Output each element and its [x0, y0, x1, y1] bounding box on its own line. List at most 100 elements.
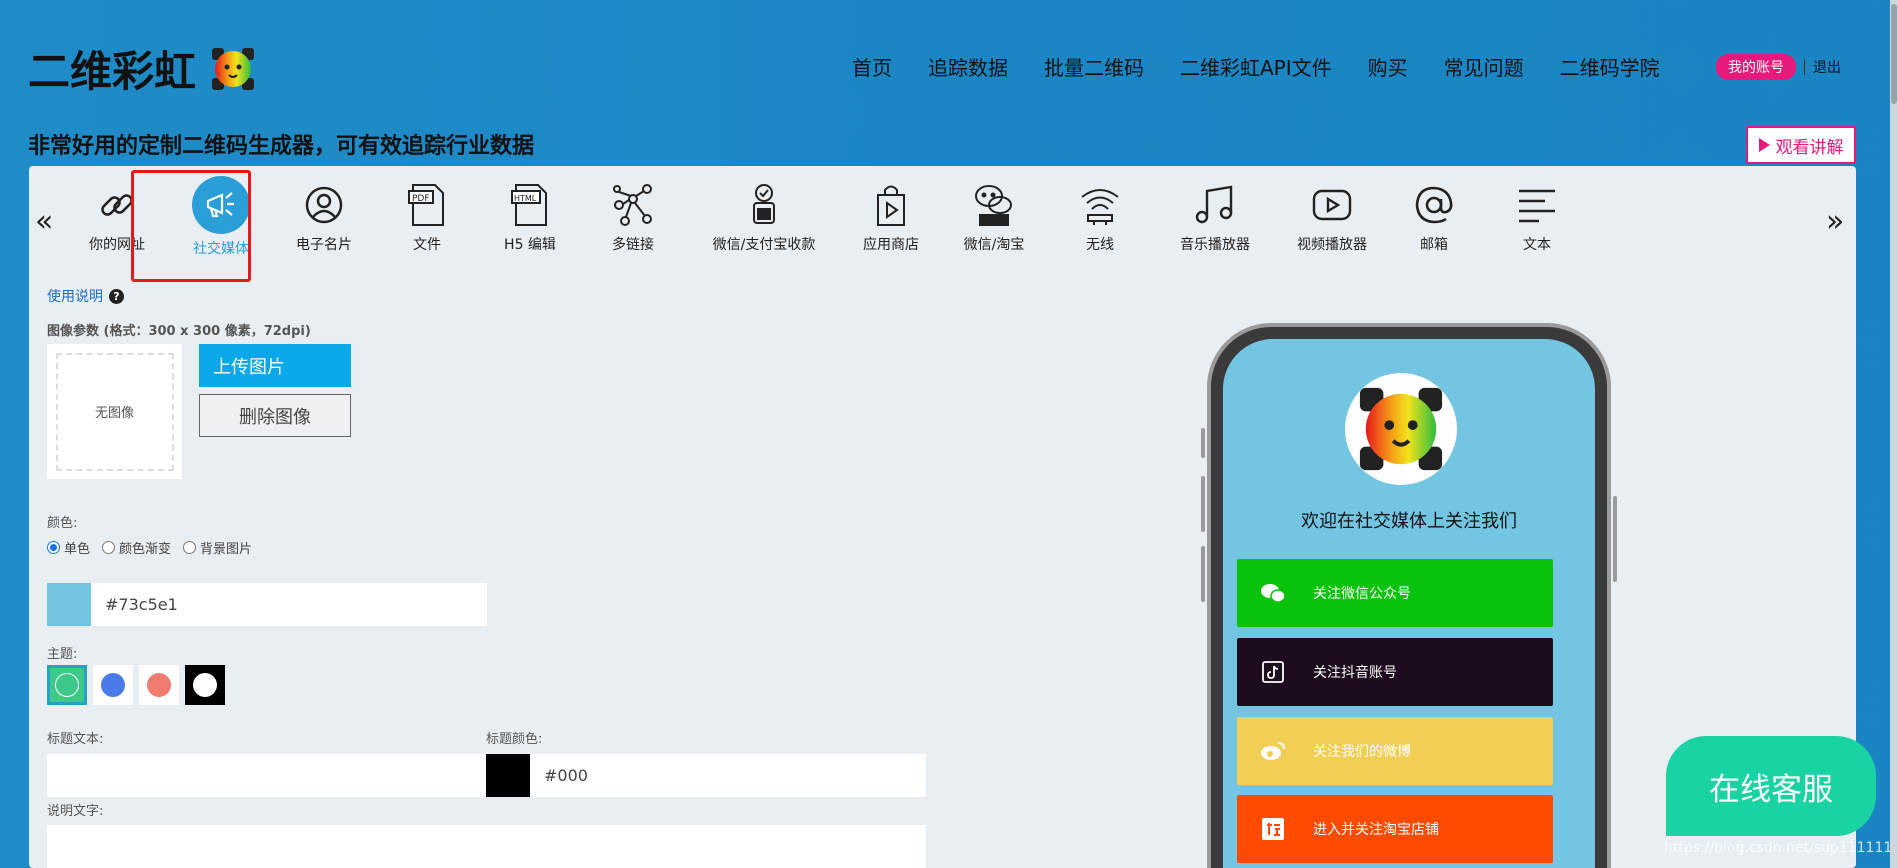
type-h5-editor[interactable]: HTML H5 编辑 [470, 180, 590, 254]
nav-faq[interactable]: 常见问题 [1444, 52, 1524, 81]
theme-circle [101, 673, 125, 697]
theme-green[interactable] [47, 665, 87, 705]
type-wifi[interactable]: 无线 [1040, 180, 1160, 254]
watch-tutorial-button[interactable]: 观看讲解 [1746, 126, 1856, 164]
desc-input[interactable] [47, 825, 926, 868]
weibo-icon [1255, 733, 1291, 769]
link-icon [92, 180, 142, 230]
type-wechat-taobao[interactable]: 微信/淘宝 [934, 180, 1054, 254]
wechat-icon [969, 180, 1019, 230]
nav-buy[interactable]: 购买 [1368, 52, 1408, 81]
color-hex-input[interactable]: #73c5e1 [91, 583, 487, 626]
type-file[interactable]: PDF 文件 [367, 180, 487, 254]
wechat-follow-button[interactable]: 关注微信公众号 [1237, 559, 1553, 627]
social-label: 关注我们的微博 [1313, 744, 1411, 760]
page-subtitle: 非常好用的定制二维码生成器，可有效追踪行业数据 [28, 134, 535, 159]
type-email[interactable]: 邮箱 [1374, 180, 1494, 254]
svg-text:PDF: PDF [412, 194, 430, 204]
account-area: 我的账号 退出 [1716, 54, 1841, 80]
phone-side-button [1201, 546, 1205, 602]
type-label: 无线 [1086, 237, 1114, 253]
type-payment[interactable]: 微信/支付宝收款 [676, 180, 852, 254]
scrollbar-thumb[interactable] [1891, 4, 1897, 104]
radio-solid[interactable]: 单色 [47, 538, 90, 557]
main-card: « 你的网址 社交媒体 电子名片 PDF 文件 HTML H5 编辑 多链接 微… [29, 166, 1856, 868]
help-link[interactable]: 使用说明 ? [47, 286, 124, 306]
title-color-label: 标题颜色: [486, 732, 543, 747]
radio-bg-image[interactable]: 背景图片 [183, 538, 252, 557]
logo[interactable]: 二维彩虹 [28, 38, 256, 99]
theme-black[interactable] [185, 665, 225, 705]
wechat-icon [1255, 575, 1291, 611]
megaphone-icon [192, 176, 250, 234]
type-label: 文件 [413, 237, 441, 253]
next-arrow-icon[interactable]: » [1826, 204, 1844, 239]
title-color-input[interactable]: #000 [530, 754, 926, 797]
question-icon: ? [109, 288, 124, 304]
my-account-button[interactable]: 我的账号 [1716, 54, 1796, 80]
title-text-input[interactable] [47, 754, 487, 797]
html-icon: HTML [505, 180, 555, 230]
type-label: 文本 [1523, 237, 1551, 253]
theme-options [47, 665, 225, 705]
phone-side-button [1201, 428, 1205, 458]
radio-dot [102, 541, 116, 554]
weibo-follow-button[interactable]: 关注我们的微博 [1237, 717, 1553, 785]
svg-text:HTML: HTML [514, 194, 537, 203]
type-vcard[interactable]: 电子名片 [264, 180, 384, 254]
page-scrollbar[interactable] [1890, 0, 1898, 868]
nav-batch[interactable]: 批量二维码 [1044, 52, 1144, 81]
logo-text: 二维彩虹 [28, 47, 197, 96]
watch-tutorial-label: 观看讲解 [1775, 137, 1844, 158]
theme-circle [147, 673, 171, 697]
upload-image-button[interactable]: 上传图片 [199, 344, 351, 387]
nav-api[interactable]: 二维彩虹API文件 [1180, 52, 1332, 81]
type-multi-link[interactable]: 多链接 [573, 180, 693, 254]
theme-blue[interactable] [93, 665, 133, 705]
type-app-store[interactable]: 应用商店 [831, 180, 951, 254]
image-params-label: 图像参数 (格式：300 x 300 像素，72dpi) [47, 324, 311, 339]
radio-label: 背景图片 [200, 542, 253, 557]
help-label: 使用说明 [47, 289, 103, 305]
tiktok-icon [1255, 654, 1291, 690]
prev-arrow-icon[interactable]: « [35, 204, 53, 239]
title-color-row: #000 [486, 754, 926, 797]
type-label: 音乐播放器 [1180, 237, 1250, 253]
nav-home[interactable]: 首页 [852, 52, 892, 81]
type-music-player[interactable]: 音乐播放器 [1155, 180, 1275, 254]
desc-label: 说明文字: [47, 804, 104, 819]
radio-dot [183, 541, 197, 554]
type-label: 视频播放器 [1297, 237, 1367, 253]
main-nav: 首页 追踪数据 批量二维码 二维彩虹API文件 购买 常见问题 二维码学院 [852, 52, 1660, 81]
pdf-icon: PDF [402, 180, 452, 230]
theme-circle [193, 673, 217, 697]
online-support-button[interactable]: 在线客服 [1666, 736, 1876, 836]
music-icon [1190, 180, 1240, 230]
type-url[interactable]: 你的网址 [57, 180, 177, 254]
delete-image-button[interactable]: 删除图像 [199, 394, 351, 437]
type-text[interactable]: 文本 [1477, 180, 1597, 254]
type-label: 你的网址 [89, 237, 145, 253]
logout-link[interactable]: 退出 [1813, 57, 1841, 77]
type-social-media[interactable]: 社交媒体 [161, 176, 281, 258]
theme-coral[interactable] [139, 665, 179, 705]
nav-academy[interactable]: 二维码学院 [1560, 52, 1660, 81]
text-icon [1512, 180, 1562, 230]
account-divider [1804, 59, 1805, 75]
type-label: 多链接 [612, 237, 654, 253]
app-store-icon [866, 180, 916, 230]
title-color-swatch[interactable] [486, 754, 530, 797]
avatar [1345, 373, 1457, 485]
tiktok-follow-button[interactable]: 关注抖音账号 [1237, 638, 1553, 706]
color-swatch[interactable] [47, 583, 91, 626]
taobao-follow-button[interactable]: 进入并关注淘宝店铺 [1237, 795, 1553, 863]
radio-label: 单色 [64, 542, 91, 557]
video-icon [1307, 180, 1357, 230]
radio-label: 颜色渐变 [119, 542, 172, 557]
radio-gradient[interactable]: 颜色渐变 [102, 538, 171, 557]
nav-tracking[interactable]: 追踪数据 [928, 52, 1008, 81]
bear-logo-icon [212, 47, 255, 90]
watermark: https://blog.csdn.net/sup1111111111 [1664, 840, 1898, 856]
theme-label: 主题: [47, 647, 78, 662]
bear-logo-icon [1359, 387, 1443, 471]
